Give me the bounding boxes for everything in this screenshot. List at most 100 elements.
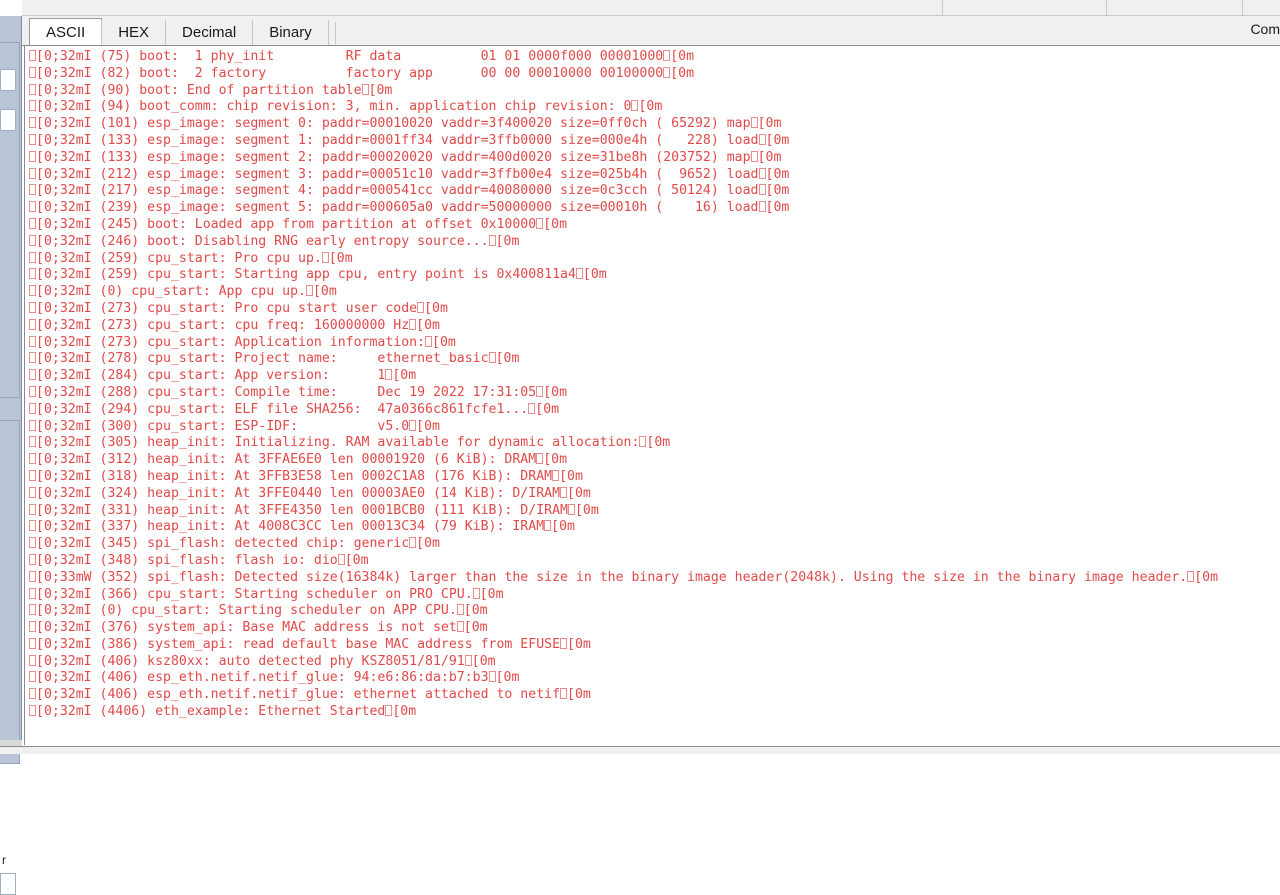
escape-byte-glyph-icon (29, 83, 36, 95)
console-line: [0;32mI (348) spi_flash: flash io: dio [0… (29, 553, 1280, 570)
escape-byte-glyph-icon (528, 402, 536, 414)
tab-binary[interactable]: Binary (252, 20, 329, 46)
console-line: [0;32mI (305) heap_init: Initializing. R… (29, 435, 1280, 452)
escape-byte-glyph-icon (29, 217, 36, 229)
console-line: [0;32mI (386) system_api: read default b… (29, 637, 1280, 654)
tabstrip-end-divider (334, 22, 336, 44)
dock-input-field-2[interactable] (0, 109, 16, 131)
console-line: [0;32mI (278) cpu_start: Project name: e… (29, 351, 1280, 368)
escape-byte-glyph-icon (29, 352, 36, 364)
console-line: [0;32mI (406) esp_eth.netif.netif_glue: … (29, 687, 1280, 704)
escape-byte-glyph-icon (472, 587, 480, 599)
escape-byte-glyph-icon (544, 520, 552, 532)
escape-byte-glyph-icon (409, 419, 417, 431)
escape-byte-glyph-icon (29, 637, 36, 649)
console-line: [0;32mI (75) boot: 1 phy_init RF data 01… (29, 49, 1280, 66)
escape-byte-glyph-icon (29, 453, 36, 465)
escape-byte-glyph-icon (305, 285, 313, 297)
escape-byte-glyph-icon (464, 654, 472, 666)
console-line: [0;32mI (259) cpu_start: Starting app cp… (29, 267, 1280, 284)
console-line: [0;32mI (318) heap_init: At 3FFB3E58 len… (29, 469, 1280, 486)
escape-byte-glyph-icon (29, 587, 36, 599)
escape-byte-glyph-icon (409, 318, 417, 330)
console-line: [0;32mI (331) heap_init: At 3FFE4350 len… (29, 503, 1280, 520)
escape-byte-glyph-icon (29, 184, 36, 196)
dock-input-field-1[interactable] (0, 69, 16, 91)
escape-byte-glyph-icon (758, 184, 766, 196)
console-line: [0;32mI (0) cpu_start: App cpu up. [0m (29, 284, 1280, 301)
escape-byte-glyph-icon (29, 335, 36, 347)
escape-byte-glyph-icon (488, 234, 496, 246)
escape-byte-glyph-icon (456, 604, 464, 616)
escape-byte-glyph-icon (29, 520, 36, 532)
escape-byte-glyph-icon (29, 268, 36, 280)
escape-byte-glyph-icon (567, 503, 575, 515)
console-line: [0;32mI (337) heap_init: At 4008C3CC len… (29, 519, 1280, 536)
escape-byte-glyph-icon (417, 301, 425, 313)
console-line: [0;32mI (133) esp_image: segment 1: padd… (29, 133, 1280, 150)
top-chrome-divider-3 (1242, 0, 1243, 16)
escape-byte-glyph-icon (29, 117, 36, 129)
escape-byte-glyph-icon (29, 50, 36, 61)
tab-ascii[interactable]: ASCII (29, 18, 103, 46)
escape-byte-glyph-icon (29, 201, 36, 213)
view-format-tabstrip: ASCII HEX Decimal Binary (22, 16, 1280, 46)
escape-byte-glyph-icon (560, 486, 568, 498)
escape-byte-glyph-icon (425, 335, 433, 347)
escape-byte-glyph-icon (750, 117, 758, 129)
tab-hex[interactable]: HEX (101, 20, 167, 46)
left-dock-panel: r (0, 16, 22, 895)
escape-byte-glyph-icon (29, 318, 36, 330)
console-line: [0;32mI (90) boot: End of partition tabl… (29, 83, 1280, 100)
tab-list: ASCII HEX Decimal Binary (29, 18, 336, 46)
console-line: [0;32mI (212) esp_image: segment 3: padd… (29, 167, 1280, 184)
escape-byte-glyph-icon (337, 553, 345, 565)
escape-byte-glyph-icon (29, 100, 36, 112)
console-line-list: [0;32mI (75) boot: 1 phy_init RF data 01… (29, 49, 1280, 721)
console-line: [0;32mI (4406) eth_example: Ethernet Sta… (29, 704, 1280, 721)
escape-byte-glyph-icon (560, 637, 568, 649)
escape-byte-glyph-icon (536, 217, 544, 229)
escape-byte-glyph-icon (29, 66, 36, 78)
escape-byte-glyph-icon (29, 537, 36, 549)
escape-byte-glyph-icon (29, 654, 36, 666)
escape-byte-glyph-icon (29, 285, 36, 297)
console-line: [0;32mI (217) esp_image: segment 4: padd… (29, 183, 1280, 200)
escape-byte-glyph-icon (29, 369, 36, 381)
escape-byte-glyph-icon (29, 705, 36, 717)
escape-byte-glyph-icon (29, 436, 36, 448)
escape-byte-glyph-icon (536, 385, 544, 397)
dock-group-top (0, 42, 20, 398)
console-line: [0;32mI (273) cpu_start: Pro cpu start u… (29, 301, 1280, 318)
escape-byte-glyph-icon (29, 234, 36, 246)
escape-byte-glyph-icon (552, 469, 560, 481)
escape-byte-glyph-icon (631, 100, 639, 112)
window-bottom-chrome-strip (0, 746, 1280, 754)
dock-caption-label: r (2, 853, 6, 867)
console-line: [0;32mI (406) ksz80xx: auto detected phy… (29, 654, 1280, 671)
escape-byte-glyph-icon (29, 385, 36, 397)
dock-input-field-3[interactable] (0, 873, 16, 895)
console-line: [0;32mI (288) cpu_start: Compile time: D… (29, 385, 1280, 402)
escape-byte-glyph-icon (639, 436, 647, 448)
console-line: [0;32mI (294) cpu_start: ELF file SHA256… (29, 402, 1280, 419)
escape-byte-glyph-icon (758, 167, 766, 179)
escape-byte-glyph-icon (663, 50, 671, 61)
escape-byte-glyph-icon (456, 621, 464, 633)
escape-byte-glyph-icon (29, 251, 36, 263)
console-line: [0;32mI (376) system_api: Base MAC addre… (29, 620, 1280, 637)
window-top-chrome-strip (22, 0, 1280, 16)
escape-byte-glyph-icon (29, 570, 36, 582)
escape-byte-glyph-icon (663, 66, 671, 78)
console-line: [0;32mI (406) esp_eth.netif.netif_glue: … (29, 670, 1280, 687)
escape-byte-glyph-icon (536, 453, 544, 465)
escape-byte-glyph-icon (575, 268, 583, 280)
escape-byte-glyph-icon (29, 486, 36, 498)
escape-byte-glyph-icon (29, 604, 36, 616)
console-line: [0;32mI (324) heap_init: At 3FFE0440 len… (29, 486, 1280, 503)
serial-console-output[interactable]: [0;32mI (75) boot: 1 phy_init RF data 01… (24, 45, 1280, 745)
console-line: [0;32mI (82) boot: 2 factory factory app… (29, 66, 1280, 83)
tab-decimal[interactable]: Decimal (165, 20, 254, 46)
escape-byte-glyph-icon (29, 402, 36, 414)
escape-byte-glyph-icon (758, 201, 766, 213)
